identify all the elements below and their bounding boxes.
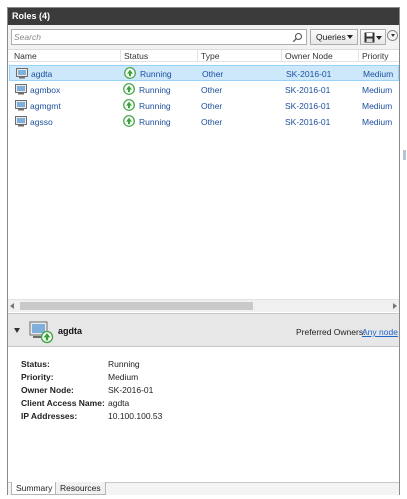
collapse-details-icon[interactable] xyxy=(14,328,20,333)
scroll-right-icon[interactable] xyxy=(393,303,397,309)
grid-header: Name Status Type Owner Node Priority xyxy=(8,50,399,62)
save-icon xyxy=(364,32,375,43)
column-divider[interactable] xyxy=(358,50,359,62)
queries-button[interactable]: Queries xyxy=(310,29,358,45)
chevron-down-icon xyxy=(376,36,382,40)
role-large-icon xyxy=(29,321,54,344)
priority-label: Priority: xyxy=(21,372,54,382)
roles-grid: Name Status Type Owner Node Priority agd… xyxy=(8,50,399,320)
role-owner-node: SK-2016-01 xyxy=(285,101,331,111)
role-status: Running xyxy=(140,69,172,79)
column-header-status[interactable]: Status xyxy=(124,51,148,61)
role-name: agmgmt xyxy=(30,101,61,111)
details-header: agdta Preferred Owners: Any node xyxy=(8,313,399,347)
chevron-down-icon xyxy=(347,35,353,39)
pane-title: Roles (4) xyxy=(8,8,399,25)
role-name: agmbox xyxy=(30,85,61,95)
role-owner-node: SK-2016-01 xyxy=(285,85,331,95)
details-role-name: agdta xyxy=(58,326,83,336)
priority-value: Medium xyxy=(108,372,139,382)
owner-node-label: Owner Node: xyxy=(21,385,74,395)
chevron-down-icon xyxy=(391,34,395,37)
table-row[interactable]: agdta Running Other SK-2016-01 Medium xyxy=(9,65,399,81)
table-row[interactable]: agmbox Running Other SK-2016-01 Medium xyxy=(9,82,399,98)
search-input[interactable] xyxy=(14,31,290,43)
column-divider[interactable] xyxy=(281,50,282,62)
table-row[interactable]: agmgmt Running Other SK-2016-01 Medium xyxy=(9,98,399,114)
column-divider[interactable] xyxy=(120,50,121,62)
role-type: Other xyxy=(201,85,223,95)
role-type: Other xyxy=(202,69,224,79)
status-label: Status: xyxy=(21,359,50,369)
tab-summary[interactable]: Summary xyxy=(11,482,58,495)
role-type: Other xyxy=(201,117,223,127)
client-access-name-value: agdta xyxy=(108,398,130,408)
search-icon[interactable] xyxy=(292,32,303,43)
role-status: Running xyxy=(139,101,171,111)
window-edge xyxy=(403,150,406,160)
role-status: Running xyxy=(139,85,171,95)
ip-addresses-label: IP Addresses: xyxy=(21,411,78,421)
column-header-name[interactable]: Name xyxy=(14,51,37,61)
column-header-owner-node[interactable]: Owner Node xyxy=(285,51,333,61)
client-access-name-label: Client Access Name: xyxy=(21,398,105,408)
column-divider[interactable] xyxy=(197,50,198,62)
role-priority: Medium xyxy=(362,101,393,111)
running-status-icon xyxy=(123,99,135,111)
table-row[interactable]: agsso Running Other SK-2016-01 Medium xyxy=(9,114,399,130)
column-header-type[interactable]: Type xyxy=(201,51,219,61)
role-type: Other xyxy=(201,101,223,111)
tab-resources[interactable]: Resources xyxy=(55,482,106,495)
collapse-button[interactable] xyxy=(387,30,398,41)
role-owner-node: SK-2016-01 xyxy=(286,69,332,79)
toolbar: Queries xyxy=(8,25,399,50)
scroll-left-icon[interactable] xyxy=(10,303,14,309)
horizontal-scrollbar[interactable] xyxy=(8,299,399,312)
role-icon xyxy=(15,84,27,95)
owner-node-value: SK-2016-01 xyxy=(108,385,154,395)
role-owner-node: SK-2016-01 xyxy=(285,117,331,127)
role-priority: Medium xyxy=(362,85,393,95)
role-icon xyxy=(16,68,28,79)
role-name: agsso xyxy=(30,117,53,127)
role-status: Running xyxy=(139,117,171,127)
preferred-owners-label: Preferred Owners: xyxy=(296,327,366,337)
save-query-button[interactable] xyxy=(360,29,386,45)
details-tabs: Summary Resources xyxy=(8,482,399,495)
details-summary: Status: Running Priority: Medium Owner N… xyxy=(8,348,399,481)
role-icon xyxy=(15,100,27,111)
queries-label: Queries xyxy=(316,32,346,42)
running-status-icon xyxy=(123,83,135,95)
role-icon xyxy=(15,116,27,127)
roles-pane: Roles (4) Queries Name xyxy=(7,7,400,495)
role-priority: Medium xyxy=(362,117,393,127)
role-priority: Medium xyxy=(363,69,394,79)
status-value: Running xyxy=(108,359,140,369)
role-name: agdta xyxy=(31,69,53,79)
scrollbar-thumb[interactable] xyxy=(20,302,253,310)
running-status-icon xyxy=(123,115,135,127)
running-status-icon xyxy=(124,67,136,79)
preferred-owners-link[interactable]: Any node xyxy=(362,327,398,337)
column-header-priority[interactable]: Priority xyxy=(362,51,388,61)
ip-addresses-value: 10.100.100.53 xyxy=(108,411,163,421)
search-box[interactable] xyxy=(11,29,307,45)
